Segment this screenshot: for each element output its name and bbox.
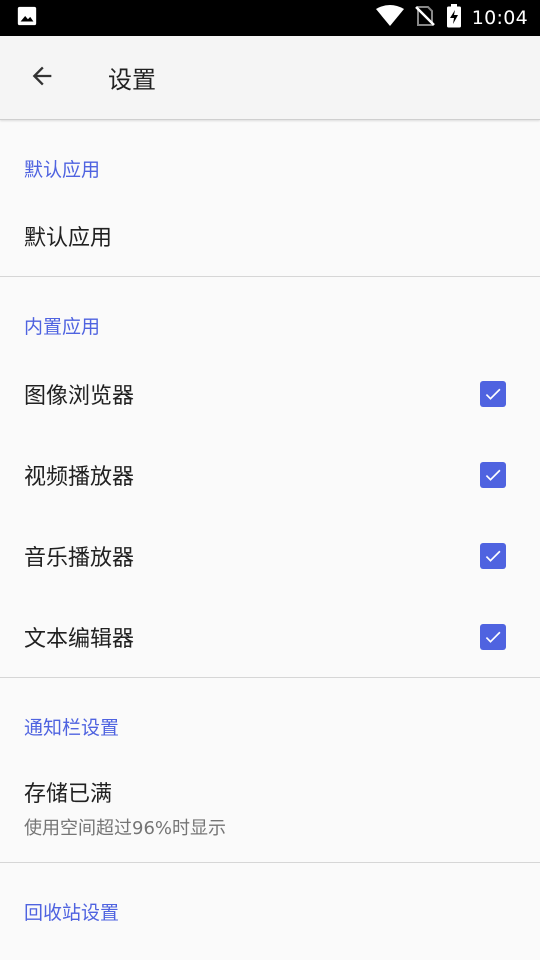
section-header-recycle-bin: 回收站设置 bbox=[24, 902, 120, 924]
page-title: 设置 bbox=[108, 66, 156, 94]
battery-charging-icon bbox=[446, 4, 462, 32]
pref-title: 图像浏览器 bbox=[24, 383, 135, 409]
pref-video-player[interactable]: 视频播放器 bbox=[0, 434, 540, 515]
checkbox-text-editor[interactable] bbox=[480, 623, 506, 650]
status-bar: 10:04 bbox=[0, 0, 540, 36]
pref-image-viewer[interactable]: 图像浏览器 bbox=[0, 353, 540, 434]
checkbox-music-player[interactable] bbox=[480, 542, 506, 569]
app-bar: 设置 bbox=[0, 36, 540, 120]
checkbox-image-viewer[interactable] bbox=[480, 380, 506, 407]
status-icons: 10:04 bbox=[375, 4, 528, 32]
pref-summary: 使用空间超过96%时显示 bbox=[24, 818, 227, 839]
pref-title: 默认应用 bbox=[24, 226, 113, 251]
pref-title: 音乐播放器 bbox=[24, 545, 135, 571]
section-default-apps: 默认应用 默认应用 bbox=[0, 120, 540, 277]
pref-storage-full[interactable]: 存储已满 使用空间超过96%时显示 bbox=[0, 754, 540, 862]
pref-title: 存储已满 bbox=[24, 782, 113, 807]
section-recycle-bin: 回收站设置 bbox=[0, 863, 540, 939]
arrow-back-icon bbox=[28, 62, 56, 94]
pref-title: 视频播放器 bbox=[24, 464, 135, 490]
image-notification-icon bbox=[16, 5, 38, 31]
section-builtin-apps: 内置应用 图像浏览器 视频播放器 音乐播放器 文本编辑器 bbox=[0, 277, 540, 678]
wifi-icon bbox=[375, 5, 404, 31]
section-header-builtin-apps: 内置应用 bbox=[24, 316, 101, 338]
check-icon bbox=[485, 631, 501, 643]
pref-text-editor[interactable]: 文本编辑器 bbox=[0, 596, 540, 677]
section-header-notification: 通知栏设置 bbox=[24, 717, 120, 739]
section-notification: 通知栏设置 存储已满 使用空间超过96%时显示 bbox=[0, 678, 540, 863]
check-icon bbox=[485, 550, 501, 562]
back-button[interactable] bbox=[14, 50, 70, 106]
pref-music-player[interactable]: 音乐播放器 bbox=[0, 515, 540, 596]
section-header-default-apps: 默认应用 bbox=[24, 159, 101, 181]
no-signal-icon bbox=[414, 5, 436, 31]
pref-title: 文本编辑器 bbox=[24, 626, 135, 652]
checkbox-video-player[interactable] bbox=[480, 461, 506, 488]
check-icon bbox=[485, 469, 501, 481]
check-icon bbox=[485, 388, 501, 400]
clock-time: 10:04 bbox=[471, 7, 528, 29]
pref-default-apps[interactable]: 默认应用 bbox=[0, 196, 540, 276]
